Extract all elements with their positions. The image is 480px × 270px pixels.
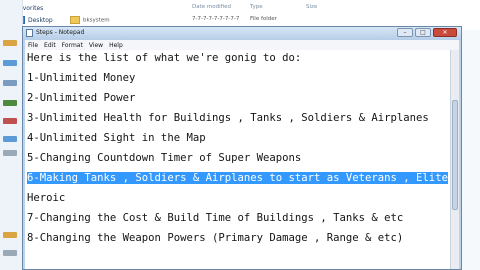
vertical-scrollbar[interactable]	[450, 50, 459, 269]
nav-item[interactable]	[3, 136, 17, 142]
column-date-modified[interactable]: Date modified	[192, 4, 231, 10]
notepad-icon	[26, 29, 33, 37]
window-controls: – □ ✕	[397, 28, 457, 37]
text-line: 3-Unlimited Health for Buildings , Tanks…	[27, 112, 429, 124]
file-row-name: bksystem	[83, 17, 110, 24]
file-row[interactable]: bksystem	[70, 16, 110, 24]
menu-bar: File Edit Format View Help	[25, 40, 459, 50]
notepad-window: Steps - Notepad – □ ✕ File Edit Format V…	[22, 26, 462, 270]
nav-item[interactable]	[3, 40, 17, 46]
window-title: Steps - Notepad	[36, 29, 85, 36]
desktop-label: Desktop	[28, 16, 53, 24]
minimize-button[interactable]: –	[397, 28, 413, 37]
nav-item[interactable]	[3, 80, 17, 86]
menu-view[interactable]: View	[89, 42, 103, 49]
column-type[interactable]: Type	[250, 4, 263, 10]
text-line-selected-row: 6-Making Tanks , Soldiers & Airplanes to…	[27, 171, 450, 185]
selected-text: 6-Making Tanks , Soldiers & Airplanes to…	[27, 172, 448, 184]
file-row-date: 7-7-7-7-7-7-7-7-7	[192, 16, 240, 22]
column-size[interactable]: Size	[306, 4, 317, 10]
text-line: 1-Unlimited Money	[27, 72, 136, 84]
nav-item[interactable]	[3, 118, 17, 124]
text-line: 2-Unlimited Power	[27, 92, 136, 104]
text-line: Here is the list of what we're gonig to …	[27, 52, 302, 64]
text-editor[interactable]: Here is the list of what we're gonig to …	[25, 50, 450, 269]
nav-item[interactable]	[3, 250, 17, 256]
text-line: Heroic	[27, 192, 66, 204]
nav-item[interactable]	[3, 232, 17, 238]
nav-item[interactable]	[3, 100, 17, 106]
menu-edit[interactable]: Edit	[44, 42, 56, 49]
scrollbar-thumb[interactable]	[452, 100, 458, 210]
nav-item[interactable]	[3, 150, 17, 156]
maximize-button[interactable]: □	[415, 28, 431, 37]
menu-help[interactable]: Help	[109, 42, 123, 49]
explorer-nav-pane	[0, 0, 23, 270]
folder-icon	[70, 16, 80, 24]
text-line: 7-Changing the Cost & Build Time of Buil…	[27, 212, 404, 224]
text-line: 5-Changing Countdown Timer of Super Weap…	[27, 152, 302, 164]
menu-format[interactable]: Format	[62, 42, 83, 49]
menu-file[interactable]: File	[28, 42, 38, 49]
text-line: 8-Changing the Weapon Powers (Primary Da…	[27, 232, 404, 244]
notepad-titlebar[interactable]: Steps - Notepad – □ ✕	[23, 27, 461, 40]
text-line: 4-Unlimited Sight in the Map	[27, 132, 206, 144]
close-button[interactable]: ✕	[433, 28, 457, 37]
file-row-type: File folder	[250, 16, 277, 22]
nav-item[interactable]	[3, 60, 17, 66]
